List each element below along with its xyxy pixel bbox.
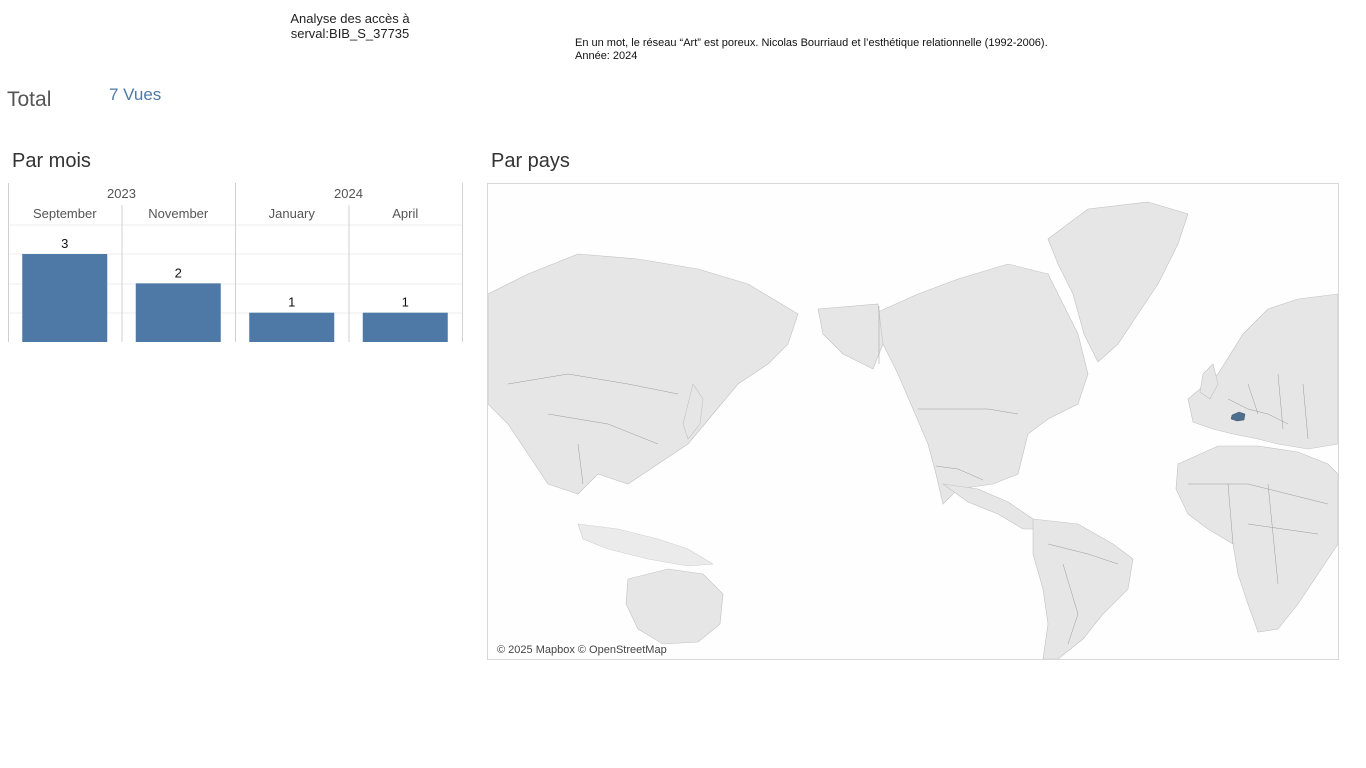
map-land-central-america	[942, 483, 1044, 530]
document-year: Année: 2024	[575, 50, 638, 62]
document-title: En un mot, le réseau “Art” est poreux. N…	[575, 37, 1048, 49]
report-title-line2: serval:BIB_S_37735	[290, 26, 410, 41]
world-map-canvas	[488, 201, 1338, 659]
par-mois-title: Par mois	[12, 150, 91, 172]
report-title-line1: Analyse des accès à	[290, 11, 410, 26]
report-title: Analyse des accès à serval:BIB_S_37735	[270, 11, 430, 41]
map-land-south-america	[1032, 518, 1134, 659]
year-header: 2023	[107, 186, 136, 201]
bar-value-label: 1	[402, 295, 409, 310]
monthly-bar-chart: 2023 2024 September 3 November 2 January 1 April…	[8, 183, 463, 342]
bar	[362, 312, 448, 342]
bar-value-label: 2	[175, 265, 182, 280]
map-land-asia	[488, 253, 799, 495]
month-header: April	[392, 206, 418, 221]
month-header: November	[148, 206, 209, 221]
map-land-africa	[1175, 445, 1338, 633]
map-attribution: © 2025 Mapbox © OpenStreetMap	[495, 644, 669, 656]
month-header: September	[33, 206, 97, 221]
bar	[249, 312, 335, 342]
par-pays-title: Par pays	[491, 150, 570, 172]
map-land-australia	[625, 568, 724, 645]
bar	[22, 254, 108, 342]
year-header: 2024	[334, 186, 363, 201]
total-views-value: 7 Vues	[109, 85, 162, 104]
map-land-indonesia	[577, 523, 714, 567]
map-land-alaska	[817, 303, 884, 370]
month-header: January	[269, 206, 316, 221]
bar	[135, 283, 221, 342]
document-info: En un mot, le réseau “Art” est poreux. N…	[575, 37, 1048, 63]
bar-value-label: 3	[61, 236, 68, 251]
bar-value-label: 1	[288, 295, 295, 310]
total-label: Total	[7, 88, 52, 111]
world-map[interactable]: © 2025 Mapbox © OpenStreetMap	[487, 183, 1339, 660]
map-land-north-america	[877, 263, 1089, 505]
